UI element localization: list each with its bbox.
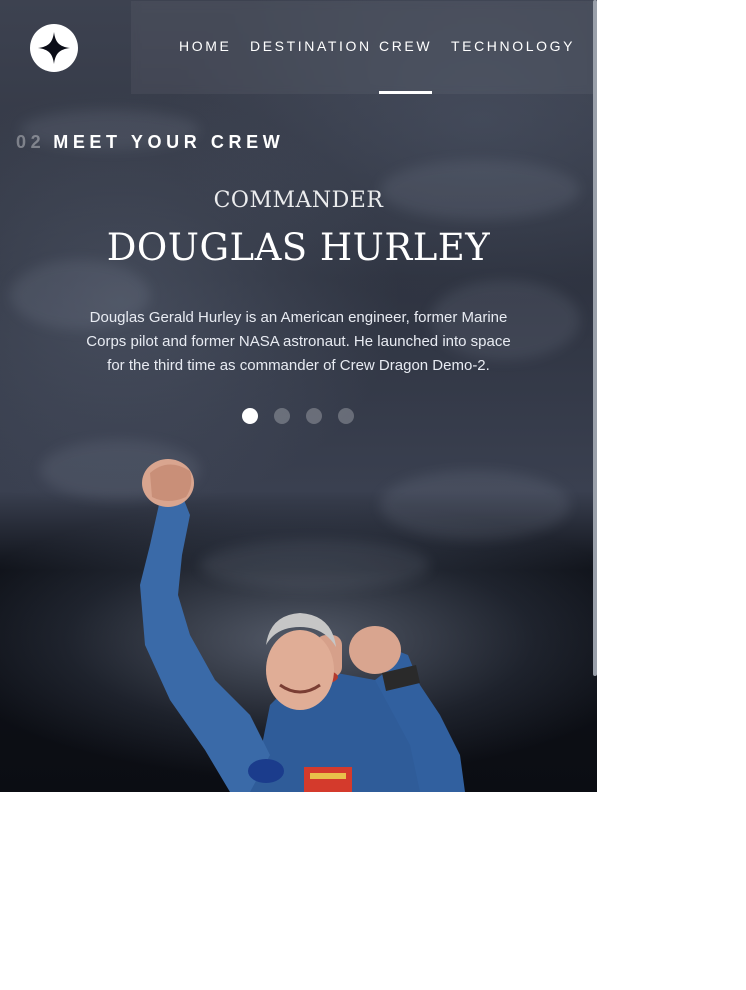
crew-role: COMMANDER [213, 188, 384, 213]
crew-bio: Douglas Gerald Hurley is an American eng… [86, 309, 511, 374]
crew-page: HOME DESTINATION CREW TECHNOLOGY 02 MEET … [0, 0, 597, 792]
section-number: 02 [16, 132, 46, 152]
nav-home[interactable]: HOME [179, 38, 231, 94]
carousel-dots [242, 408, 354, 424]
nav-destination[interactable]: DESTINATION [250, 38, 372, 94]
section-title: MEET YOUR CREW [53, 132, 285, 152]
carousel-dot-2[interactable] [274, 408, 290, 424]
scrollbar[interactable] [593, 0, 597, 676]
primary-nav: HOME DESTINATION CREW TECHNOLOGY [131, 1, 597, 94]
crew-name: DOUGLAS HURLEY [106, 226, 491, 269]
nav-crew[interactable]: CREW [379, 38, 433, 94]
section-heading: 02 MEET YOUR CREW [16, 132, 284, 153]
crew-member-photo [140, 459, 465, 792]
carousel-dot-1[interactable] [242, 408, 258, 424]
carousel-dot-4[interactable] [338, 408, 354, 424]
logo-link[interactable] [30, 24, 78, 72]
carousel-dot-3[interactable] [306, 408, 322, 424]
four-point-star-icon [38, 32, 70, 64]
nav-technology[interactable]: TECHNOLOGY [451, 38, 575, 94]
